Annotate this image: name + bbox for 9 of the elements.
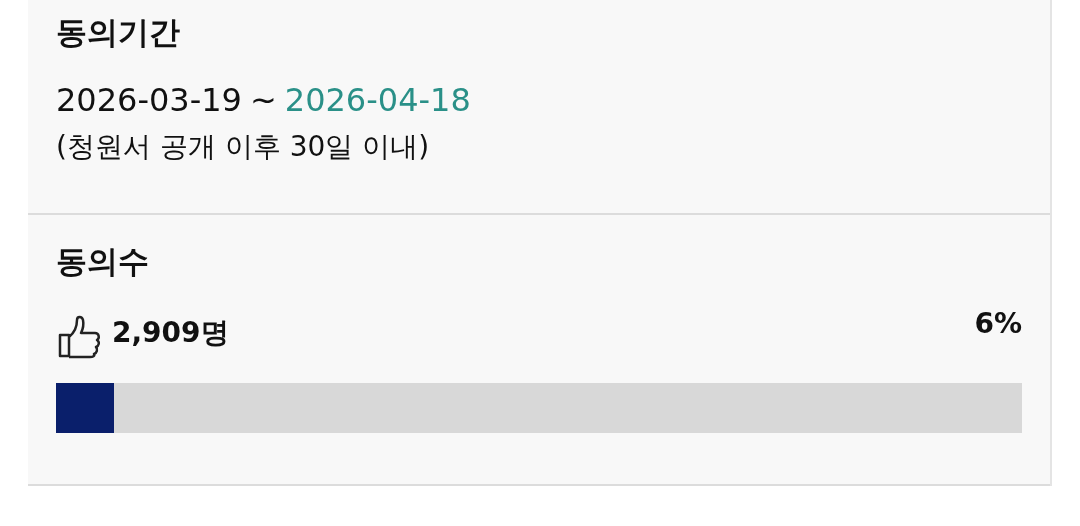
start-date: 2026-03-19 xyxy=(56,81,242,119)
date-separator: ~ xyxy=(249,81,277,119)
thumbs-up-icon xyxy=(56,313,102,359)
section-title: 동의수 xyxy=(56,242,150,281)
agree-count: 2,909명 xyxy=(112,315,229,351)
agree-percent: 6% xyxy=(974,306,1022,340)
section-title: 동의기간 xyxy=(56,13,181,52)
period-note: (청원서 공개 이후 30일 이내) xyxy=(56,129,431,165)
end-date: 2026-04-18 xyxy=(284,81,471,119)
